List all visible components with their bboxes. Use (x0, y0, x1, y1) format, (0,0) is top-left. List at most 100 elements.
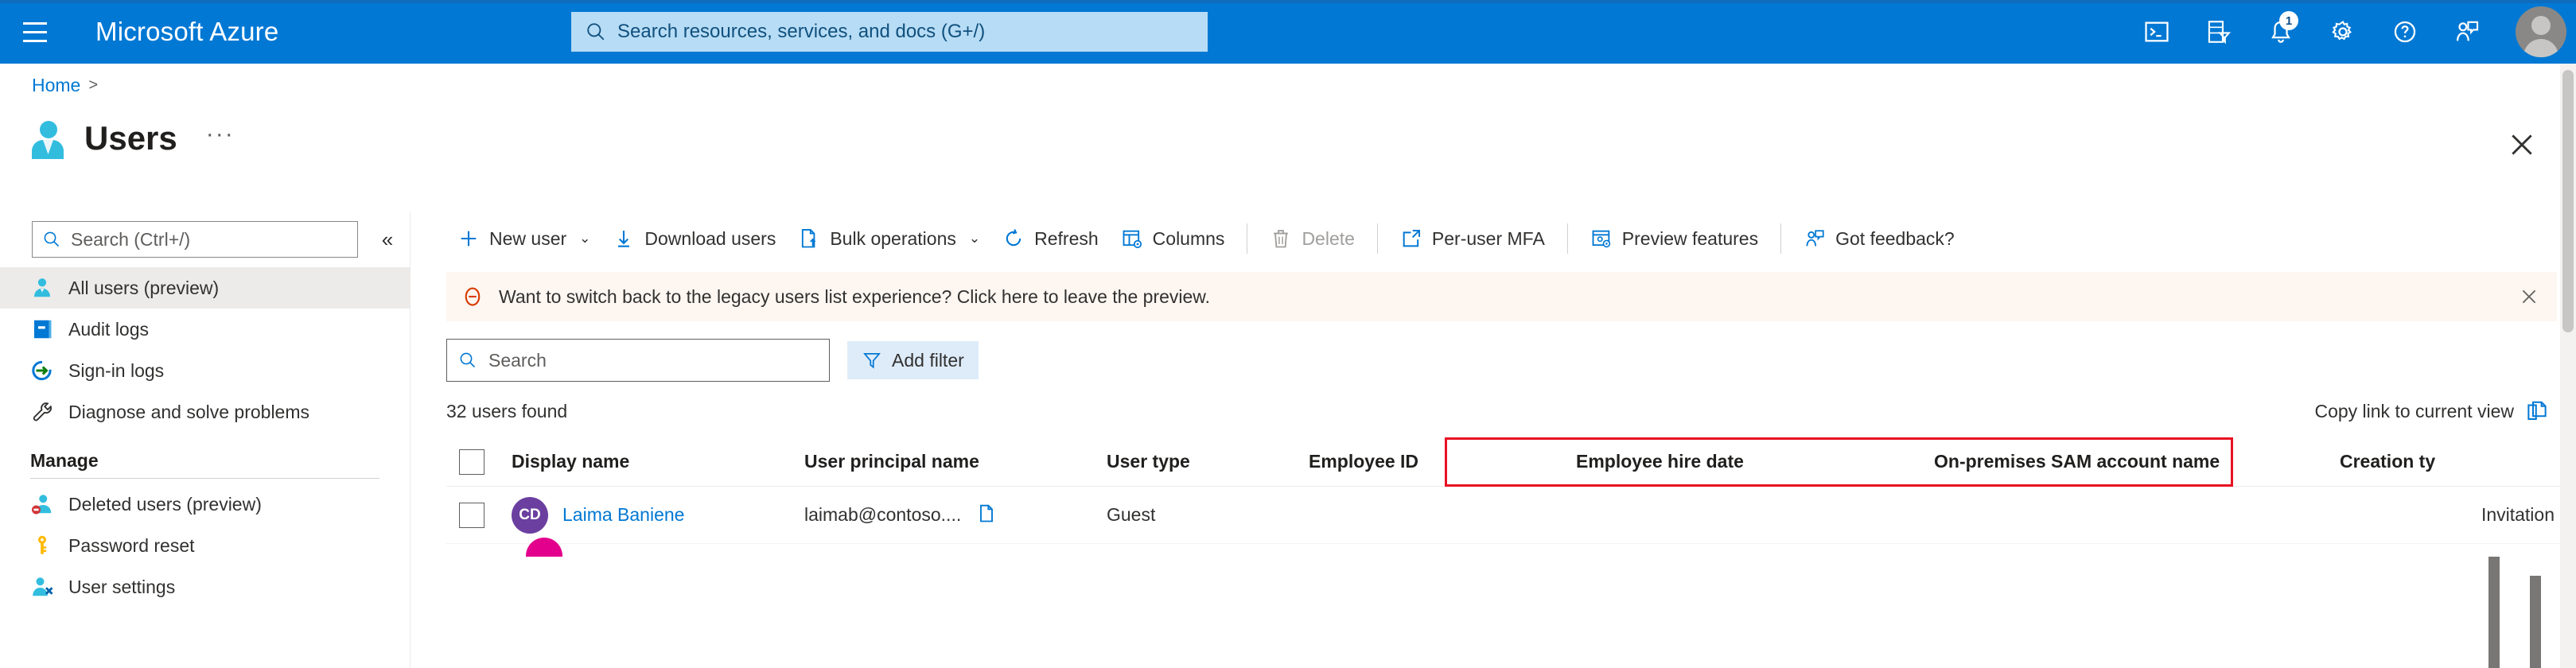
global-search-placeholder: Search resources, services, and docs (G+… (617, 21, 986, 42)
new-user-button[interactable]: New user ⌄ (446, 219, 601, 258)
sidebar-item-audit-logs[interactable]: Audit logs (0, 309, 410, 350)
help-question-icon[interactable] (2374, 0, 2436, 64)
column-header-creation-type[interactable]: Creation ty (2340, 451, 2562, 472)
directories-subscriptions-icon[interactable] (2188, 0, 2250, 64)
toolbar-label: Refresh (1034, 227, 1099, 249)
sidebar-item-label: Deleted users (preview) (68, 493, 262, 515)
columns-button[interactable]: Columns (1110, 219, 1236, 258)
copy-pages-icon (2527, 401, 2547, 420)
avatar-head (2531, 16, 2551, 35)
toolbar-label: Columns (1152, 227, 1225, 249)
collapse-sidebar-icon[interactable]: « (369, 221, 406, 258)
command-toolbar: New user ⌄ Download users Bulk operation… (411, 212, 2576, 266)
feedback-person-icon[interactable] (2436, 0, 2498, 64)
toolbar-label: Per-user MFA (1431, 227, 1545, 249)
sidebar-item-diagnose-and-solve-problems[interactable]: Diagnose and solve problems (0, 391, 410, 433)
sidebar-item-sign-in-logs[interactable]: Sign-in logs (0, 350, 410, 391)
cloud-shell-icon[interactable] (2126, 0, 2188, 64)
sidebar-item-user-settings[interactable]: User settings (0, 566, 410, 608)
users-search-placeholder: Search (488, 349, 547, 371)
copy-link-to-current-view-button[interactable]: Copy link to current view (2314, 399, 2549, 423)
add-filter-button[interactable]: Add filter (847, 341, 979, 379)
sidebar-item-all-users[interactable]: All users (preview) (0, 267, 410, 309)
audit-log-icon (30, 317, 54, 341)
column-header-employee-hire-date[interactable]: Employee hire date (1576, 451, 1934, 472)
banner-text: Want to switch back to the legacy users … (499, 285, 1211, 307)
got-feedback-button[interactable]: Got feedback? (1792, 219, 1966, 258)
hamburger-menu-icon[interactable] (14, 11, 56, 52)
user-display-name-link[interactable]: Laima Baniene (562, 504, 684, 526)
delete-button: Delete (1259, 219, 1365, 258)
table-scrollbar-thumb[interactable] (2530, 576, 2541, 668)
preview-features-button[interactable]: Preview features (1579, 219, 1769, 258)
users-search-input[interactable]: Search (446, 339, 830, 382)
avatar-body (2523, 39, 2558, 57)
sidebar-search-row: Search (Ctrl+/) « (32, 212, 410, 267)
toolbar-label: Got feedback? (1835, 227, 1955, 249)
deleted-user-icon (30, 492, 54, 516)
close-blade-icon[interactable] (2506, 129, 2538, 161)
plus-icon (461, 231, 477, 247)
column-header-user-type[interactable]: User type (1107, 451, 1309, 472)
search-icon (44, 231, 60, 247)
column-header-employee-id[interactable]: Employee ID (1309, 451, 1576, 472)
columns-icon (1123, 230, 1142, 249)
funnel-icon (863, 353, 881, 369)
sidebar-search-input[interactable]: Search (Ctrl+/) (32, 221, 358, 258)
per-user-mfa-button[interactable]: Per-user MFA (1389, 219, 1556, 258)
column-header-on-premises-sam-account-name[interactable]: On-premises SAM account name (1934, 451, 2340, 472)
refresh-button[interactable]: Refresh (991, 219, 1110, 258)
sidebar-item-deleted-users[interactable]: Deleted users (preview) (0, 484, 410, 525)
page-header: Users ··· (29, 119, 235, 159)
chevron-down-icon: ⌄ (579, 231, 591, 246)
sidebar-item-password-reset[interactable]: Password reset (0, 525, 410, 566)
download-users-button[interactable]: Download users (601, 219, 787, 258)
cell-user-principal-name: laimab@contoso.... (804, 502, 1107, 529)
settings-gear-icon[interactable] (2312, 0, 2374, 64)
breadcrumb: Home > (32, 75, 98, 96)
breadcrumb-item-home[interactable]: Home (32, 75, 80, 96)
users-icon (29, 119, 67, 159)
feedback-person-icon (1806, 230, 1824, 247)
cell-user-type: Guest (1107, 504, 1156, 525)
select-all-cell (446, 449, 512, 475)
table-header-row: Display name User principal name User ty… (446, 437, 2564, 487)
toolbar-label: Bulk operations (830, 227, 956, 249)
top-icon-cluster: 1 (2126, 0, 2498, 64)
page-more-menu-icon[interactable]: ··· (206, 122, 235, 154)
sidebar-item-label: Diagnose and solve problems (68, 401, 310, 422)
sidebar-group-manage: Manage (30, 450, 99, 471)
table-row[interactable]: CD Laima Baniene laimab@contoso.... Gues… (446, 487, 2564, 544)
user-principal-name-text: laimab@contoso.... (804, 504, 962, 525)
banner-close-icon[interactable] (2519, 286, 2539, 307)
sidebar-search-placeholder: Search (Ctrl+/) (71, 228, 191, 250)
row-checkbox[interactable] (459, 502, 484, 528)
toolbar-divider (1566, 223, 1568, 254)
page-title: Users (84, 119, 177, 157)
global-search-input[interactable]: Search resources, services, and docs (G+… (571, 12, 1208, 52)
avatar: CD (512, 496, 548, 534)
select-all-checkbox[interactable] (459, 449, 484, 475)
table-inner-scrollbar-thumb[interactable] (2488, 557, 2500, 668)
add-filter-label: Add filter (892, 349, 964, 371)
column-header-display-name[interactable]: Display name (512, 451, 804, 472)
breadcrumb-separator-icon: > (88, 76, 99, 94)
notifications-bell-icon[interactable]: 1 (2250, 0, 2312, 64)
column-header-user-principal-name[interactable]: User principal name (804, 451, 1107, 472)
sidebar-item-label: Audit logs (68, 318, 150, 340)
toolbar-label: New user (489, 227, 567, 249)
external-link-icon (1403, 229, 1420, 247)
refresh-icon (1006, 229, 1021, 247)
page-scrollbar-thumb[interactable] (2562, 70, 2574, 332)
bulk-operations-button[interactable]: Bulk operations ⌄ (787, 219, 991, 258)
window-accent-line (0, 0, 2576, 3)
sidebar-item-label: Sign-in logs (68, 359, 165, 381)
copy-icon[interactable] (975, 502, 998, 529)
azure-brand-title[interactable]: Microsoft Azure (95, 17, 278, 47)
top-navigation-bar: Microsoft Azure Search resources, servic… (0, 0, 2576, 64)
toolbar-label: Preview features (1621, 227, 1759, 249)
info-minus-icon (465, 287, 481, 306)
preview-banner[interactable]: Want to switch back to the legacy users … (446, 272, 2557, 321)
account-avatar[interactable] (2516, 6, 2566, 57)
copy-link-label: Copy link to current view (2314, 400, 2514, 421)
